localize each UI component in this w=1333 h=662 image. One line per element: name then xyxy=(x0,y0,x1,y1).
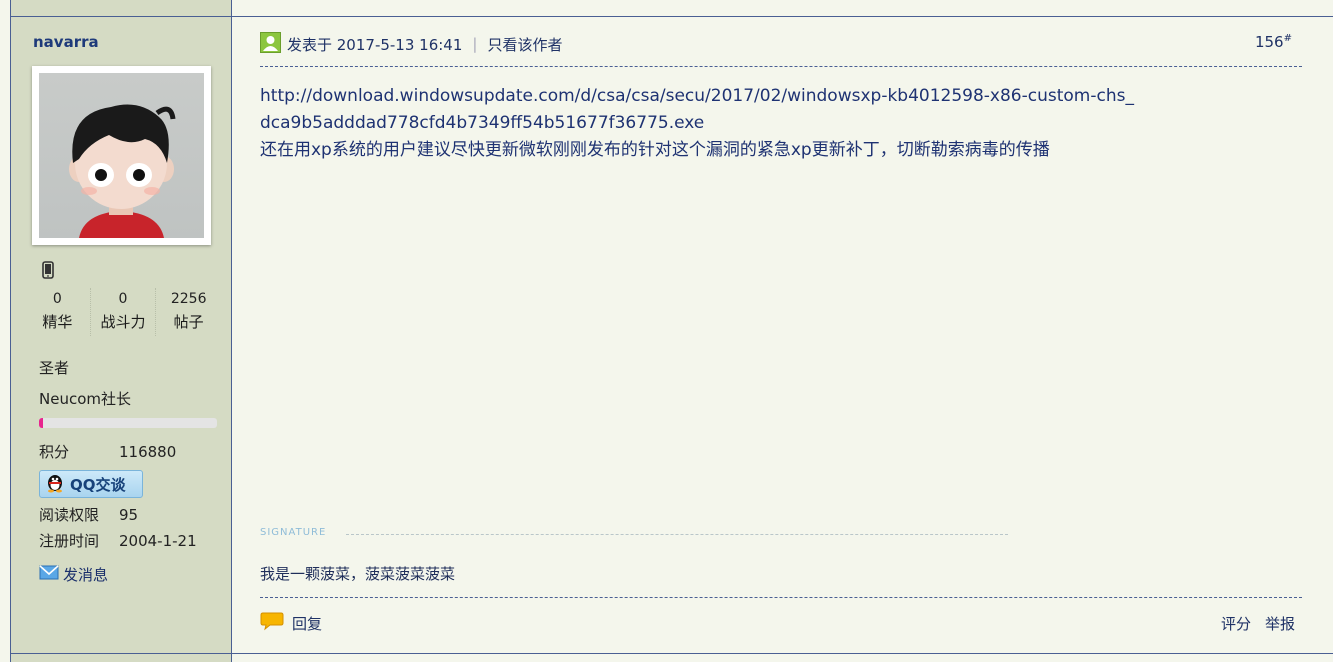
reply-button[interactable]: 回复 xyxy=(260,611,322,635)
envelope-icon xyxy=(39,565,59,584)
avatar[interactable] xyxy=(32,66,211,245)
signature-text: 我是一颗菠菜，菠菜菠菜菠菜 xyxy=(260,565,456,583)
footer-divider xyxy=(260,597,1302,598)
floor-number-value: 156 xyxy=(1254,33,1284,51)
online-status-icon xyxy=(260,31,281,57)
signature-divider xyxy=(346,534,1008,535)
post-bottom-border xyxy=(10,653,1333,654)
register-date-value: 2004-1-21 xyxy=(119,532,197,550)
mobile-phone-icon xyxy=(42,261,54,283)
signature-label: SIGNATURE xyxy=(260,527,327,538)
post-content: http://download.windowsupdate.com/d/csa/… xyxy=(260,83,1140,164)
stat-combat[interactable]: 0 战斗力 xyxy=(91,288,157,336)
points-label: 积分 xyxy=(39,443,70,461)
post-meta: 发表于 2017-5-13 16:41 | 只看该作者 xyxy=(260,31,562,57)
header-divider xyxy=(260,66,1302,67)
stat-posts-value: 2256 xyxy=(170,291,207,307)
stat-posts-label: 帖子 xyxy=(173,313,204,331)
rank-progress-fill xyxy=(39,418,43,428)
report-button[interactable]: 举报 xyxy=(1265,613,1295,634)
post-actions: 评分 举报 xyxy=(1221,613,1295,634)
user-rank-title[interactable]: 圣者 xyxy=(39,357,69,378)
download-url-link[interactable]: http://download.windowsupdate.com/d/csa/… xyxy=(260,83,1140,137)
register-date-row: 注册时间 2004-1-21 xyxy=(39,530,197,551)
reply-label: 回复 xyxy=(292,614,323,633)
only-view-author-link[interactable]: 只看该作者 xyxy=(487,34,562,55)
frame-left-border xyxy=(10,0,11,662)
qq-chat-label: QQ交谈 xyxy=(70,475,126,494)
sidebar-divider xyxy=(231,0,232,662)
author-username[interactable]: navarra xyxy=(33,33,99,51)
user-group: Neucom社长 xyxy=(39,390,131,408)
reply-bubble-icon xyxy=(260,611,284,635)
stat-digest-label: 精华 xyxy=(42,313,73,331)
read-permission-label: 阅读权限 xyxy=(39,506,100,524)
post-top-border xyxy=(10,16,1333,17)
points-value: 116880 xyxy=(119,443,177,461)
rate-button[interactable]: 评分 xyxy=(1221,613,1251,634)
stat-digest-value: 0 xyxy=(52,291,62,307)
posted-time: 发表于 2017-5-13 16:41 xyxy=(287,35,463,54)
floor-number[interactable]: 156# xyxy=(1255,33,1292,51)
qq-penguin-icon xyxy=(44,471,66,497)
read-permission-value: 95 xyxy=(119,506,139,524)
avatar-image xyxy=(39,73,204,238)
qq-chat-button[interactable]: QQ交谈 xyxy=(39,470,143,498)
stat-digest[interactable]: 0 精华 xyxy=(25,288,91,336)
stat-posts[interactable]: 2256 帖子 xyxy=(156,288,221,336)
stat-combat-label: 战斗力 xyxy=(100,313,146,331)
send-message-link[interactable]: 发消息 xyxy=(39,564,108,585)
points-row: 积分 116880 xyxy=(39,441,176,462)
floor-mark: # xyxy=(1283,33,1292,44)
stat-combat-value: 0 xyxy=(118,291,128,307)
rank-progress-bar xyxy=(39,418,217,428)
user-stats: 0 精华 0 战斗力 2256 帖子 xyxy=(25,288,221,336)
register-date-label: 注册时间 xyxy=(39,532,100,550)
meta-separator: | xyxy=(472,35,478,53)
read-permission-row: 阅读权限 95 xyxy=(39,504,138,525)
post-text: 还在用xp系统的用户建议尽快更新微软刚刚发布的针对这个漏洞的紧急xp更新补丁，切… xyxy=(260,140,1050,160)
send-message-label: 发消息 xyxy=(63,566,109,584)
